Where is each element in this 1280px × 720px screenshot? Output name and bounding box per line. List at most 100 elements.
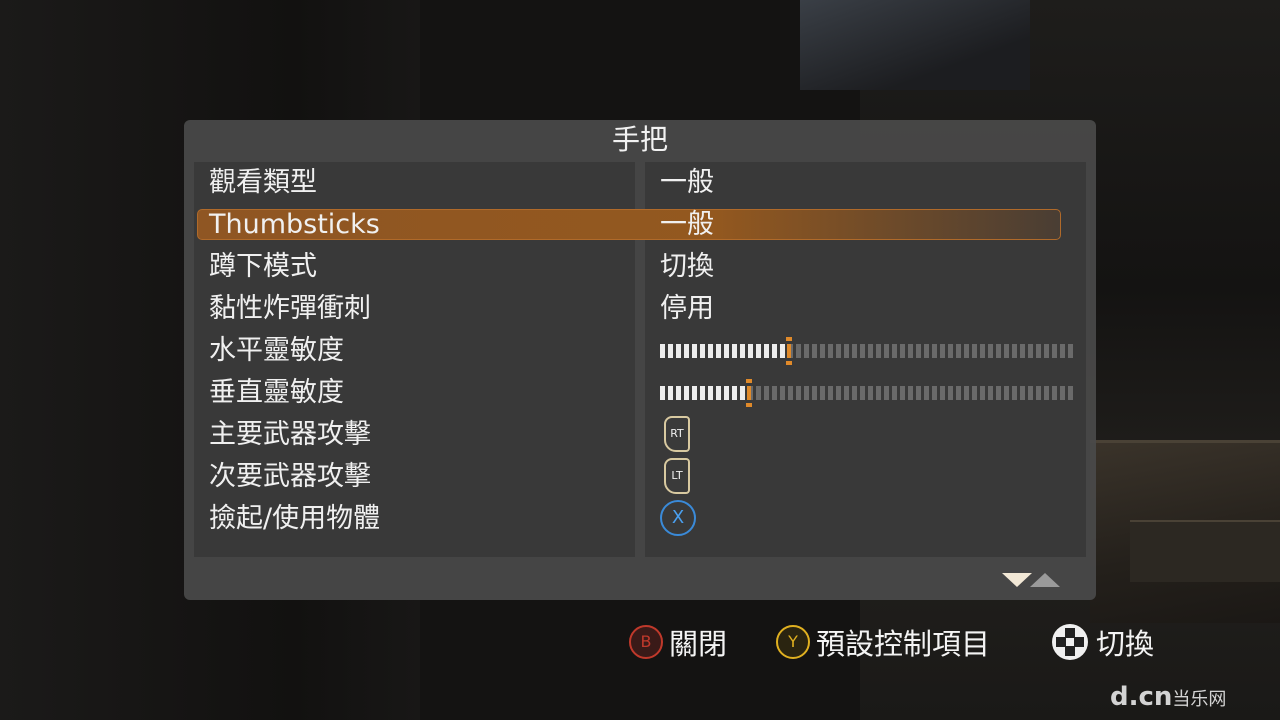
- slider-segment: [852, 344, 857, 358]
- setting-value-thumbsticks[interactable]: 一般: [660, 208, 714, 242]
- scroll-arrows[interactable]: [1002, 571, 1062, 591]
- slider-handle[interactable]: [786, 337, 792, 365]
- setting-label-vertical-sensitivity[interactable]: 垂直靈敏度: [209, 376, 344, 410]
- slider-segment: [884, 386, 889, 400]
- slider-segment: [1060, 386, 1065, 400]
- watermark-logo: d.cn当乐网: [1110, 682, 1226, 712]
- slider-segment: [900, 386, 905, 400]
- slider-segment: [972, 386, 977, 400]
- slider-segment: [900, 344, 905, 358]
- slider-segment: [1004, 386, 1009, 400]
- setting-label-horizontal-sensitivity[interactable]: 水平靈敏度: [209, 334, 344, 368]
- slider-segment: [948, 386, 953, 400]
- slider-segment: [1044, 386, 1049, 400]
- slider-segment: [708, 386, 713, 400]
- slider-segment: [732, 386, 737, 400]
- slider-segment: [980, 386, 985, 400]
- slider-segment: [876, 344, 881, 358]
- slider-segment: [716, 344, 721, 358]
- slider-segment: [1028, 386, 1033, 400]
- close-legend-label: 關閉: [669, 627, 728, 661]
- horizontal-sensitivity-slider[interactable]: [660, 337, 1074, 365]
- y-button-icon: Y: [776, 625, 810, 659]
- slider-segment: [860, 386, 865, 400]
- slider-segment: [932, 386, 937, 400]
- slider-segment: [908, 344, 913, 358]
- slider-segment: [948, 344, 953, 358]
- setting-label-pickup-use[interactable]: 撿起/使用物體: [209, 502, 380, 536]
- setting-label-view-type[interactable]: 觀看類型: [209, 166, 317, 200]
- slider-segment: [716, 386, 721, 400]
- slider-segment: [708, 344, 713, 358]
- slider-segment: [700, 386, 705, 400]
- slider-segment: [844, 344, 849, 358]
- setting-value-sticky-bomb[interactable]: 停用: [660, 292, 714, 326]
- dpad-icon: [1052, 624, 1088, 660]
- slider-segment: [892, 344, 897, 358]
- scroll-up-icon[interactable]: [1030, 573, 1060, 587]
- slider-segment: [684, 344, 689, 358]
- slider-segment: [884, 344, 889, 358]
- slider-segment: [724, 344, 729, 358]
- toggle-legend-button[interactable]: 切換: [1052, 622, 1154, 662]
- slider-segment: [868, 344, 873, 358]
- vertical-sensitivity-slider[interactable]: [660, 379, 1074, 407]
- slider-segment: [980, 344, 985, 358]
- slider-segment: [1012, 344, 1017, 358]
- slider-segment: [932, 344, 937, 358]
- slider-segment: [1004, 344, 1009, 358]
- slider-segment: [1068, 386, 1073, 400]
- slider-segment: [668, 344, 673, 358]
- defaults-legend-button[interactable]: Y 預設控制項目: [776, 622, 990, 662]
- lt-trigger-icon[interactable]: LT: [664, 458, 690, 494]
- slider-segment: [868, 386, 873, 400]
- panel-title: 手把: [611, 123, 668, 156]
- watermark-sub: 当乐网: [1172, 689, 1227, 710]
- setting-label-secondary-attack[interactable]: 次要武器攻擊: [209, 460, 371, 494]
- slider-segment: [764, 386, 769, 400]
- setting-label-primary-attack[interactable]: 主要武器攻擊: [209, 418, 371, 452]
- slider-segment: [1052, 344, 1057, 358]
- slider-segment: [1012, 386, 1017, 400]
- slider-segment: [740, 344, 745, 358]
- setting-label-crouch-mode[interactable]: 蹲下模式: [209, 250, 317, 284]
- slider-segment: [860, 344, 865, 358]
- slider-segment: [956, 386, 961, 400]
- slider-segment: [820, 344, 825, 358]
- slider-segment: [724, 386, 729, 400]
- slider-handle[interactable]: [746, 379, 752, 407]
- slider-segment: [876, 386, 881, 400]
- slider-segment: [996, 344, 1001, 358]
- slider-segment: [756, 344, 761, 358]
- slider-segment: [924, 386, 929, 400]
- slider-segment: [1044, 344, 1049, 358]
- slider-segment: [1020, 386, 1025, 400]
- slider-segment: [836, 344, 841, 358]
- slider-segment: [692, 344, 697, 358]
- defaults-legend-label: 預設控制項目: [816, 627, 991, 661]
- rt-trigger-icon[interactable]: RT: [664, 416, 690, 452]
- slider-segment: [916, 344, 921, 358]
- setting-value-view-type[interactable]: 一般: [660, 166, 714, 200]
- slider-segment: [828, 386, 833, 400]
- slider-segment: [1036, 344, 1041, 358]
- slider-segment: [676, 386, 681, 400]
- slider-segment: [836, 386, 841, 400]
- slider-segment: [660, 344, 665, 358]
- scroll-down-icon[interactable]: [1002, 573, 1032, 587]
- x-button-icon[interactable]: X: [660, 500, 696, 536]
- close-legend-button[interactable]: B 關閉: [629, 622, 727, 662]
- slider-segment: [820, 386, 825, 400]
- slider-segment: [772, 344, 777, 358]
- slider-segment: [788, 386, 793, 400]
- setting-label-thumbsticks[interactable]: Thumbsticks: [209, 208, 380, 242]
- toggle-legend-label: 切換: [1096, 627, 1155, 661]
- slider-segment: [732, 344, 737, 358]
- setting-label-sticky-bomb[interactable]: 黏性炸彈衝刺: [209, 292, 371, 326]
- setting-value-crouch-mode[interactable]: 切換: [660, 250, 714, 284]
- slider-segment: [1028, 344, 1033, 358]
- slider-segment: [988, 344, 993, 358]
- slider-segment: [844, 386, 849, 400]
- slider-segment: [1068, 344, 1073, 358]
- slider-segment: [780, 344, 785, 358]
